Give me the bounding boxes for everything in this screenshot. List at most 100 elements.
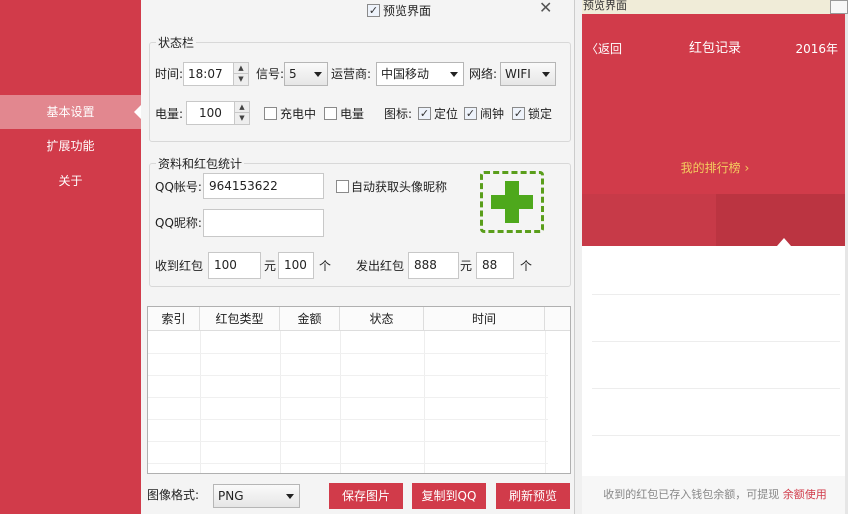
preview-close-button[interactable] [830, 0, 848, 14]
save-image-button[interactable]: 保存图片 [329, 483, 403, 509]
network-select[interactable]: WIFI [500, 62, 556, 86]
ranking-link[interactable]: 我的排行榜 › [582, 160, 848, 176]
add-avatar-button[interactable] [480, 171, 544, 233]
row-divider [148, 419, 548, 420]
signal-label: 信号: [256, 67, 285, 81]
battery-checkbox-label: 电量 [340, 107, 365, 121]
sent-label: 发出红包 [356, 259, 405, 273]
alarm-checkbox[interactable]: ✓ [464, 107, 477, 120]
charging-checkbox[interactable] [264, 107, 277, 120]
records-table[interactable]: 索引 红包类型 金额 状态 时间 [147, 306, 571, 474]
balance-link[interactable]: 余额使用 [783, 488, 827, 501]
signal-value: 5 [289, 67, 297, 81]
carrier-select[interactable]: 中国移动 [376, 62, 464, 86]
preview-toggle-label: 预览界面 [383, 4, 432, 18]
increment-icon[interactable]: ▲ [234, 63, 248, 74]
location-label: 定位 [434, 107, 459, 121]
auto-avatar-checkbox[interactable] [336, 180, 349, 193]
format-select[interactable]: PNG [213, 484, 300, 508]
column-header-index[interactable]: 索引 [148, 307, 200, 331]
preview-toggle-checkbox[interactable]: ✓ [367, 4, 380, 17]
tab-received[interactable] [582, 194, 716, 246]
location-checkbox[interactable]: ✓ [418, 107, 431, 120]
time-stepper-buttons: ▲ ▼ [233, 63, 248, 85]
received-count-unit: 个 [319, 259, 332, 273]
time-label: 时间: [155, 67, 184, 81]
panel-divider[interactable] [574, 0, 582, 514]
nickname-label: QQ昵称: [155, 216, 202, 230]
list-divider [592, 341, 840, 342]
format-label: 图像格式: [147, 488, 200, 502]
column-header-time[interactable]: 时间 [424, 307, 545, 331]
lock-label: 锁定 [528, 107, 553, 121]
profile-legend: 资料和红包统计 [158, 157, 243, 171]
sent-yuan-label: 元 [460, 259, 473, 273]
chevron-down-icon [286, 494, 294, 499]
increment-icon[interactable]: ▲ [235, 102, 249, 113]
battery-checkbox[interactable] [324, 107, 337, 120]
charging-label: 充电中 [280, 107, 317, 121]
copy-to-qq-button[interactable]: 复制到QQ [412, 483, 486, 509]
battery-label: 电量: [155, 107, 184, 121]
status-bar-legend: 状态栏 [158, 36, 195, 50]
preview-window: 预览界面 〈返回 红包记录 2016年 我的排行榜 › 收到的红包已存入钱包余额… [582, 0, 848, 514]
column-header-amount[interactable]: 金额 [280, 307, 340, 331]
preview-header: 〈返回 红包记录 2016年 我的排行榜 › [582, 14, 848, 246]
time-value: 18:07 [188, 67, 223, 81]
status-bar-group: 状态栏 [149, 34, 571, 142]
list-divider [592, 388, 840, 389]
preview-window-title: 预览界面 [583, 0, 627, 12]
alarm-label: 闹钟 [480, 107, 505, 121]
sidebar-item-about[interactable]: 关于 [0, 164, 141, 198]
format-value: PNG [218, 489, 244, 503]
carrier-value: 中国移动 [381, 67, 430, 81]
sent-amount-input[interactable]: 888 [408, 252, 459, 279]
signal-select[interactable]: 5 [284, 62, 328, 86]
close-icon[interactable]: ✕ [539, 0, 555, 16]
row-divider [148, 463, 548, 464]
list-divider [592, 294, 840, 295]
list-divider [592, 435, 840, 436]
network-label: 网络: [469, 67, 498, 81]
year-selector[interactable]: 2016年 [795, 41, 838, 57]
received-yuan-label: 元 [264, 259, 277, 273]
time-stepper[interactable]: 18:07 ▲ ▼ [183, 62, 249, 86]
sidebar-item-label: 扩展功能 [46, 139, 95, 153]
battery-value: 100 [199, 106, 222, 120]
tab-indicator-icon [777, 238, 791, 246]
sent-count-input[interactable]: 88 [476, 252, 514, 279]
preview-titlebar: 预览界面 [582, 0, 848, 14]
network-value: WIFI [505, 67, 531, 81]
main-panel: ✓ 预览界面 ✕ 状态栏 时间: 18:07 ▲ ▼ 信号: 5 运营商: 中国… [141, 0, 574, 514]
received-count-input[interactable]: 100 [278, 252, 314, 279]
chevron-down-icon [314, 72, 322, 77]
row-divider [148, 375, 548, 376]
column-header-type[interactable]: 红包类型 [200, 307, 280, 331]
preview-toggle[interactable]: ✓ 预览界面 [367, 2, 431, 19]
sidebar: 基本设置 扩展功能 关于 [0, 0, 141, 514]
auto-avatar-label: 自动获取头像昵称 [351, 180, 448, 194]
battery-stepper-buttons: ▲ ▼ [234, 102, 249, 124]
row-divider [148, 353, 548, 354]
footer-text: 收到的红包已存入钱包余额，可提现 [603, 488, 780, 501]
sidebar-item-extensions[interactable]: 扩展功能 [0, 129, 141, 163]
received-label: 收到红包 [155, 259, 204, 273]
column-header-status[interactable]: 状态 [340, 307, 424, 331]
sidebar-item-basic-settings[interactable]: 基本设置 [0, 95, 141, 129]
column-header-filler [545, 307, 570, 331]
plus-icon-bar [491, 195, 533, 209]
active-caret-icon [134, 105, 141, 119]
lock-checkbox[interactable]: ✓ [512, 107, 525, 120]
battery-stepper[interactable]: 100 ▲ ▼ [186, 101, 250, 125]
sent-count-unit: 个 [520, 259, 533, 273]
row-divider [148, 441, 548, 442]
decrement-icon[interactable]: ▼ [235, 113, 249, 124]
received-amount-input[interactable]: 100 [208, 252, 261, 279]
decrement-icon[interactable]: ▼ [234, 74, 248, 85]
refresh-preview-button[interactable]: 刷新预览 [496, 483, 570, 509]
ranking-label: 我的排行榜 [680, 161, 741, 175]
preview-footer: 收到的红包已存入钱包余额，可提现 余额使用 [582, 476, 848, 514]
qq-input[interactable]: 964153622 [203, 173, 324, 199]
nickname-input[interactable] [203, 209, 324, 237]
chevron-right-icon: › [740, 161, 750, 175]
